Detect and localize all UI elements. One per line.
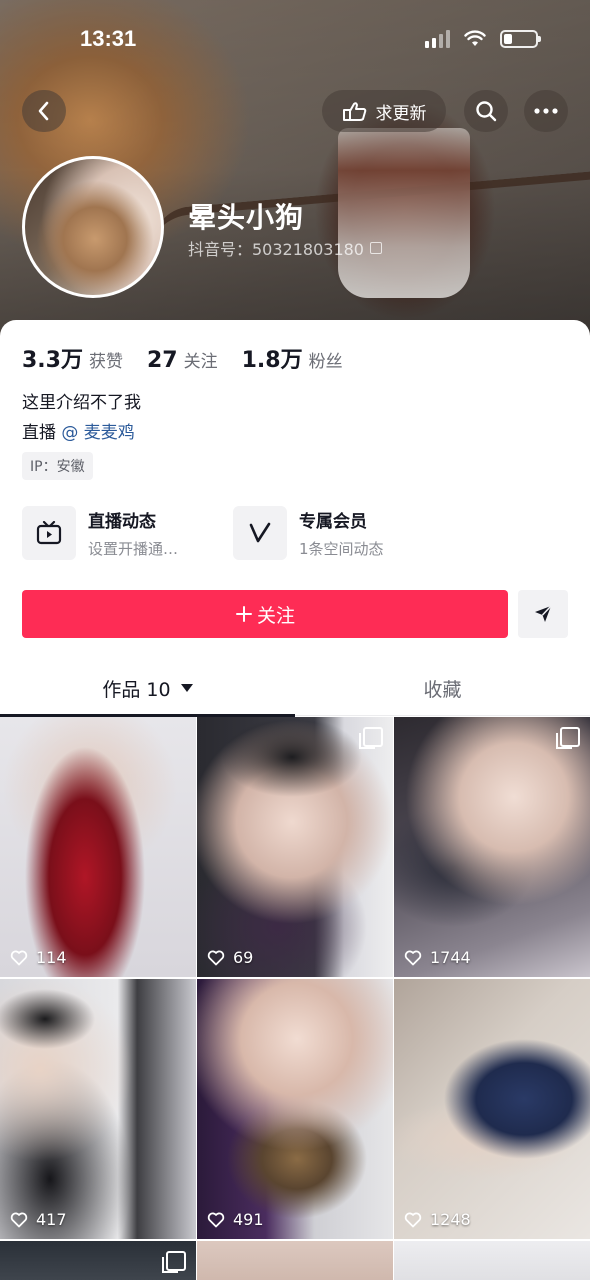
follow-button-label: 关注: [256, 604, 295, 627]
post-likes: 1744: [404, 948, 471, 967]
bio-line-2: 直播 @ 麦麦鸡: [22, 418, 141, 448]
post-likes: 1248: [404, 1210, 471, 1229]
stat-following-label: 关注: [183, 352, 218, 372]
post-thumbnail[interactable]: 114: [0, 717, 196, 977]
request-update-label: 求更新: [375, 103, 427, 124]
stat-likes-value: 3.3万: [22, 348, 83, 373]
caret-down-icon[interactable]: [180, 684, 193, 692]
post-likes: 491: [207, 1210, 264, 1229]
feature-live-title: 直播动态: [88, 512, 156, 532]
post-likes-count: 114: [36, 948, 67, 967]
heart-icon: [404, 1212, 422, 1227]
profile-card: 3.3万 获赞 27 关注 1.8万 粉丝 这里介绍不了我 直播 @ 麦麦鸡 I…: [0, 320, 590, 1280]
stats-row: 3.3万 获赞 27 关注 1.8万 粉丝: [22, 342, 343, 374]
profile-id[interactable]: 抖音号：50321803180: [188, 236, 382, 260]
status-time: 13:31: [80, 26, 137, 51]
send-icon: [535, 605, 552, 622]
heart-icon: [404, 950, 422, 965]
multi-image-icon: [162, 1251, 186, 1273]
feature-live-subtitle: 设置开播通…: [88, 540, 179, 558]
stat-likes-label: 获赞: [88, 352, 123, 372]
bio: 这里介绍不了我 直播 @ 麦麦鸡: [22, 388, 141, 448]
back-button[interactable]: [22, 90, 66, 132]
heart-icon: [10, 1212, 28, 1227]
profile-name: 晕头小狗: [188, 201, 305, 234]
content-tabs: 作品 10 收藏: [0, 660, 590, 717]
stat-followers-label: 粉丝: [308, 352, 343, 372]
post-likes: 417: [10, 1210, 67, 1229]
bio-line-1: 这里介绍不了我: [22, 393, 141, 413]
post-likes-count: 491: [233, 1210, 264, 1229]
request-update-button[interactable]: 求更新: [322, 90, 446, 132]
pointing-hand-icon: [342, 102, 366, 121]
cover-drink-cup: [338, 128, 470, 298]
ip-location-tag: IP：安徽: [22, 452, 93, 480]
post-likes-count: 1248: [430, 1210, 471, 1229]
multi-image-icon: [359, 727, 383, 749]
post-thumbnail[interactable]: 69: [197, 717, 393, 977]
wifi-icon: [464, 30, 486, 46]
stat-followers[interactable]: 1.8万 粉丝: [242, 342, 343, 374]
avatar[interactable]: [22, 156, 164, 298]
post-thumbnail[interactable]: [394, 1241, 590, 1280]
bio-mention-link[interactable]: @ 麦麦鸡: [61, 423, 134, 443]
feature-member-text: 专属会员 1条空间动态: [299, 507, 384, 559]
stat-following[interactable]: 27 关注: [147, 347, 218, 373]
tab-works[interactable]: 作品 10: [0, 660, 295, 717]
follow-button[interactable]: 关注: [22, 590, 508, 638]
status-icons: [425, 30, 541, 48]
profile-id-text: 抖音号：50321803180: [188, 240, 364, 259]
stat-following-value: 27: [146, 348, 178, 373]
post-likes-count: 417: [36, 1210, 67, 1229]
post-thumbnail[interactable]: [197, 1241, 393, 1280]
bio-line-2-prefix: 直播: [22, 423, 62, 443]
feature-live-text: 直播动态 设置开播通…: [88, 507, 178, 559]
stat-likes[interactable]: 3.3万 获赞: [22, 342, 123, 374]
cellular-signal-icon: [425, 30, 450, 48]
battery-icon: [500, 30, 541, 48]
post-likes: 114: [10, 948, 67, 967]
feature-member-subtitle: 1条空间动态: [299, 540, 384, 558]
send-message-button[interactable]: [518, 590, 568, 638]
more-button[interactable]: [524, 90, 568, 132]
feature-exclusive-member[interactable]: 专属会员 1条空间动态: [233, 506, 384, 560]
post-thumbnail[interactable]: 1744: [394, 717, 590, 977]
tab-favorites[interactable]: 收藏: [295, 660, 590, 716]
stat-followers-value: 1.8万: [241, 348, 303, 373]
tab-works-label: 作品 10: [102, 678, 171, 701]
post-likes: 69: [207, 948, 253, 967]
post-grid: 114 69 1744 417 491 1248: [0, 717, 590, 1280]
post-thumbnail[interactable]: 417: [0, 979, 196, 1239]
multi-image-icon: [556, 727, 580, 749]
feature-live-updates[interactable]: 直播动态 设置开播通…: [22, 506, 178, 560]
plus-icon: [235, 606, 252, 622]
post-thumbnail[interactable]: [0, 1241, 196, 1280]
post-thumbnail[interactable]: 491: [197, 979, 393, 1239]
v-icon: [233, 506, 287, 560]
copy-icon[interactable]: [369, 242, 382, 254]
feature-member-title: 专属会员: [299, 512, 367, 532]
search-button[interactable]: [464, 90, 508, 132]
tab-favorites-label: 收藏: [423, 678, 462, 701]
post-likes-count: 1744: [430, 948, 471, 967]
heart-icon: [207, 950, 225, 965]
status-bar: 13:31: [0, 0, 590, 80]
tv-icon: [22, 506, 76, 560]
chevron-left-icon: [38, 101, 49, 121]
more-dots-icon: [534, 108, 558, 114]
search-icon: [476, 101, 497, 122]
heart-icon: [207, 1212, 225, 1227]
heart-icon: [10, 950, 28, 965]
post-likes-count: 69: [233, 948, 254, 967]
post-thumbnail[interactable]: 1248: [394, 979, 590, 1239]
